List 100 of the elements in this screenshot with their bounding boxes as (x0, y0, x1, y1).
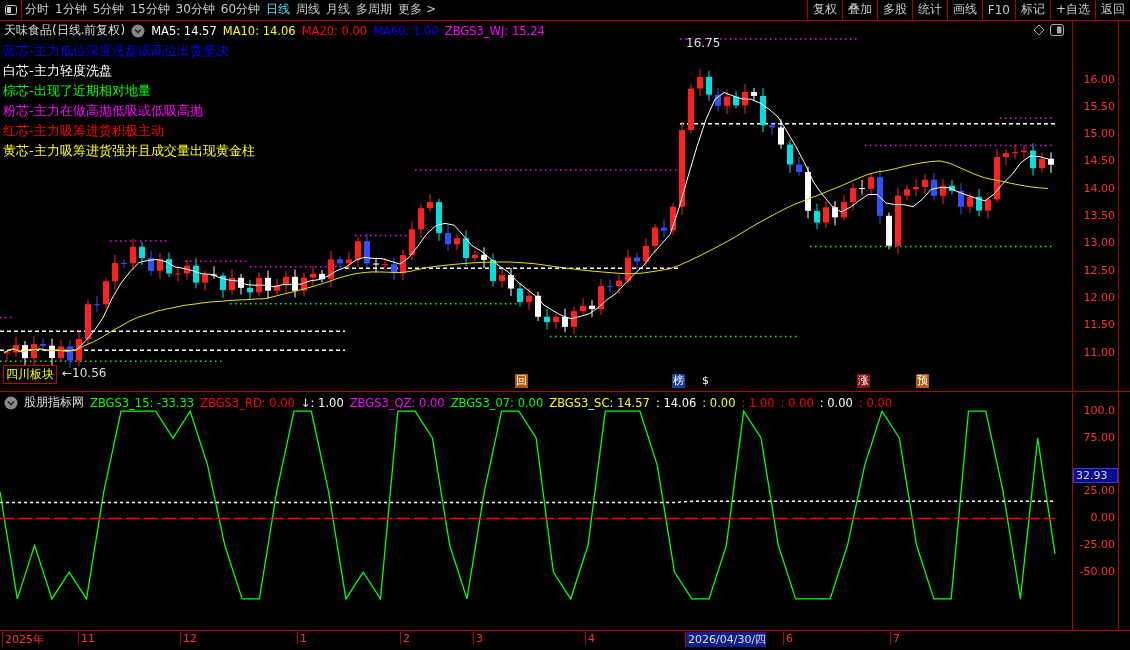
candlestick (760, 86, 766, 132)
candlestick (724, 88, 730, 114)
low-price-label: ←10.56 (62, 365, 107, 380)
date-label: 4 (585, 631, 595, 645)
candlestick (832, 200, 838, 226)
candlestick (841, 193, 847, 221)
candlestick (742, 83, 748, 114)
candlestick (229, 268, 235, 296)
indicator-value: : 1.00 (741, 395, 775, 410)
legend-text: 红芯-主力吸筹进货积极主动 (3, 122, 164, 139)
event-marker[interactable]: $ (701, 373, 710, 388)
event-marker[interactable]: 榜 (672, 373, 685, 388)
candlestick (652, 223, 658, 254)
axis-tick: -25.00 (1079, 537, 1115, 551)
event-marker[interactable]: 预 (916, 373, 929, 388)
current-value-label: 32.93 (1073, 467, 1118, 483)
candlestick (922, 172, 928, 195)
candlestick (13, 335, 19, 357)
price-tick: 14.50 (1083, 154, 1115, 168)
date-label: 7 (890, 631, 900, 645)
candlestick (193, 257, 199, 289)
candlestick (940, 177, 946, 204)
candlestick (868, 172, 874, 196)
chevron-down-icon[interactable] (131, 23, 146, 38)
candlestick (346, 250, 352, 270)
candlestick (256, 271, 262, 297)
candlestick (445, 223, 451, 251)
price-tick: 15.50 (1083, 99, 1115, 113)
candlestick (238, 272, 244, 295)
sector-tag[interactable]: 四川板块 (3, 364, 57, 384)
indicator-title: 股朋指标网 (24, 394, 84, 411)
chevron-down-icon[interactable] (4, 395, 18, 410)
indicator-value: ZBGS3_07: 0.00 (450, 395, 544, 410)
candlestick (1012, 143, 1018, 159)
diamond-icon[interactable] (1033, 23, 1045, 36)
event-marker[interactable]: 涨 (857, 373, 870, 388)
candlestick (895, 186, 901, 254)
candlestick (490, 252, 496, 287)
candlestick (418, 202, 424, 238)
candlestick (670, 202, 676, 236)
indicator-value: : 14.06 (655, 395, 697, 410)
date-label: 12 (180, 631, 197, 645)
candlestick (706, 69, 712, 101)
price-tick: 12.50 (1083, 263, 1115, 277)
candlestick (643, 236, 649, 267)
candlestick (148, 249, 154, 276)
indicator-value: ZBGS3_RD: 0.00 (200, 395, 295, 410)
legend-text: 蓝芯-主力低位深度洗盘或高位出货坚决 (3, 42, 229, 59)
candlestick (949, 179, 955, 195)
candlestick (508, 266, 514, 296)
candlestick (49, 337, 55, 367)
candlestick (733, 90, 739, 109)
candlestick (247, 278, 253, 300)
candlestick (715, 87, 721, 112)
price-tick: 12.00 (1083, 290, 1115, 304)
price-tick: 15.00 (1083, 127, 1115, 141)
indicator-value: ZBGS3_QZ: 0.00 (349, 395, 445, 410)
indicator-value: : 0.00 (702, 395, 736, 410)
candlestick (166, 251, 172, 278)
candlestick (481, 246, 487, 268)
axis-tick: 25.00 (1083, 484, 1115, 498)
candlestick (274, 277, 280, 295)
price-tick: 14.00 (1083, 181, 1115, 195)
axis-tick: 0.00 (1090, 510, 1115, 524)
candlestick (967, 191, 973, 214)
candlestick (472, 248, 478, 262)
price-tick: 11.00 (1083, 345, 1115, 359)
high-price-label: 16.75 (686, 35, 721, 50)
indicator-value: ↓: 1.00 (300, 395, 344, 410)
candlestick (265, 269, 271, 299)
candlestick (787, 139, 793, 173)
candlestick (436, 197, 442, 241)
legend-text: 黄芯-主力吸筹进货强并且成交量出现黄金柱 (3, 142, 255, 159)
candlestick (877, 167, 883, 224)
candlestick (1039, 151, 1045, 173)
candlestick (76, 330, 82, 367)
candlestick (985, 195, 991, 219)
candlestick (175, 265, 181, 282)
indicator-value: MA10: 14.06 (222, 23, 296, 38)
candlestick (301, 271, 307, 296)
candlestick (328, 250, 334, 288)
event-marker[interactable]: 回 (515, 373, 528, 388)
candlestick (112, 253, 118, 290)
candlestick (688, 82, 694, 134)
date-label: 2 (400, 631, 410, 645)
panel-icon[interactable] (1050, 23, 1064, 36)
candlestick (769, 121, 775, 135)
candlestick (634, 251, 640, 270)
candlestick (958, 182, 964, 215)
date-label: 3 (473, 631, 483, 645)
candlestick (157, 252, 163, 279)
candlestick (355, 235, 361, 268)
legend-text: 白芯-主力轻度洗盘 (3, 62, 112, 79)
stock-title: 天味食品(日线.前复权) (4, 22, 126, 39)
axis-tick: -50.00 (1079, 564, 1115, 578)
candlestick (373, 256, 379, 273)
candlestick (994, 147, 1000, 203)
candlestick (319, 269, 325, 283)
candlestick (22, 340, 28, 366)
date-label: 1 (297, 631, 307, 645)
